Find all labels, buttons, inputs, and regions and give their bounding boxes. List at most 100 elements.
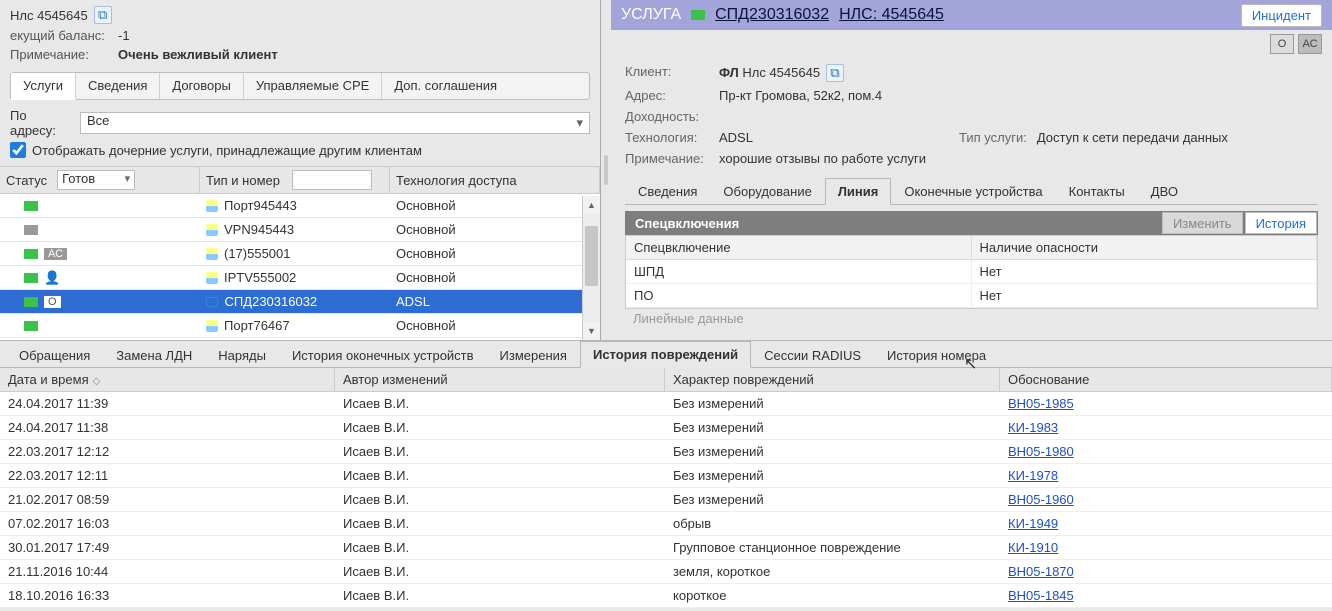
reason-link[interactable]: ВН05-1980 xyxy=(1008,444,1074,459)
btab-orders[interactable]: Наряды xyxy=(205,342,279,368)
cell-datetime: 24.04.2017 11:38 xyxy=(0,416,335,439)
tab-info[interactable]: Сведения xyxy=(76,73,160,99)
rtab-line[interactable]: Линия xyxy=(825,178,892,205)
copy-client-icon[interactable]: ⧉ xyxy=(826,64,844,82)
bhdr-author[interactable]: Автор изменений xyxy=(335,368,665,391)
copy-icon[interactable]: ⧉ xyxy=(94,6,112,24)
cell-author: Исаев В.И. xyxy=(335,416,665,439)
nls-link[interactable]: НЛС: 4545645 xyxy=(839,6,944,24)
node-icon xyxy=(206,200,218,212)
reason-link[interactable]: КИ-1949 xyxy=(1008,516,1058,531)
damage-row[interactable]: 22.03.2017 12:12Исаев В.И.Без измеренийВ… xyxy=(0,440,1332,464)
left-scrollbar[interactable]: ▲ ▼ xyxy=(582,196,600,340)
btab-number-hist[interactable]: История номера xyxy=(874,342,999,368)
cell-datetime: 18.10.2016 16:33 xyxy=(0,584,335,607)
status-square-icon xyxy=(24,297,38,307)
show-children-input[interactable] xyxy=(10,142,26,158)
reason-link[interactable]: КИ-1983 xyxy=(1008,420,1058,435)
damage-row[interactable]: 21.11.2016 10:44Исаев В.И.земля, коротко… xyxy=(0,560,1332,584)
rtab-equipment[interactable]: Оборудование xyxy=(710,178,824,205)
cell-character: земля, короткое xyxy=(665,560,1000,583)
reason-link[interactable]: ВН05-1960 xyxy=(1008,492,1074,507)
spec-history-button[interactable]: История xyxy=(1245,212,1317,234)
show-children-checkbox[interactable]: Отображать дочерние услуги, принадлежащи… xyxy=(10,142,590,158)
splitter-handle[interactable] xyxy=(601,0,611,340)
address-select[interactable]: Все xyxy=(80,112,590,134)
reason-link[interactable]: ВН05-1845 xyxy=(1008,588,1074,603)
damage-row[interactable]: 24.04.2017 11:38Исаев В.И.Без измеренийК… xyxy=(0,416,1332,440)
reason-link[interactable]: ВН05-1870 xyxy=(1008,564,1074,579)
tab-contracts[interactable]: Договоры xyxy=(160,73,243,99)
service-row[interactable]: VPN945443Основной xyxy=(0,218,600,242)
damage-row[interactable]: 21.02.2017 08:59Исаев В.И.Без измеренийВ… xyxy=(0,488,1332,512)
reason-link[interactable]: КИ-1978 xyxy=(1008,468,1058,483)
service-grid[interactable]: Порт945443ОсновнойVPN945443ОсновнойАС(17… xyxy=(0,194,600,340)
bhdr-character[interactable]: Характер повреждений xyxy=(665,368,1000,391)
service-link[interactable]: СПД230316032 xyxy=(715,6,829,24)
tab-services[interactable]: Услуги xyxy=(11,73,76,100)
service-row[interactable]: О🖵СПД230316032ADSL xyxy=(0,290,600,314)
cell-author: Исаев В.И. xyxy=(335,392,665,415)
status-square-icon xyxy=(24,273,38,283)
btab-requests[interactable]: Обращения xyxy=(6,342,103,368)
service-row[interactable]: 👤IPTV555002Основной xyxy=(0,266,600,290)
rtab-endpoints[interactable]: Оконечные устройства xyxy=(891,178,1055,205)
reason-link[interactable]: КИ-1910 xyxy=(1008,540,1058,555)
cell-datetime: 30.01.2017 17:49 xyxy=(0,536,335,559)
cell-datetime: 07.02.2017 16:03 xyxy=(0,512,335,535)
tab-cpe[interactable]: Управляемые CPE xyxy=(244,73,383,99)
damage-row[interactable]: 22.03.2017 12:11Исаев В.И.Без измеренийК… xyxy=(0,464,1332,488)
cell-author: Исаев В.И. xyxy=(335,560,665,583)
scroll-thumb[interactable] xyxy=(585,226,598,286)
spec-row: ПОНет xyxy=(626,284,1317,308)
type-filter-input[interactable] xyxy=(292,170,372,190)
rtab-contacts[interactable]: Контакты xyxy=(1056,178,1138,205)
service-name: СПД230316032 xyxy=(225,294,318,309)
scroll-up-icon[interactable]: ▲ xyxy=(583,196,600,214)
service-row[interactable]: АС(17)555001Основной xyxy=(0,242,600,266)
badge-o[interactable]: О xyxy=(1270,34,1294,54)
badge-ac[interactable]: АС xyxy=(1298,34,1322,54)
scroll-down-icon[interactable]: ▼ xyxy=(583,322,600,340)
cell-reason: ВН05-1985 xyxy=(1000,392,1332,415)
cell-character: короткое xyxy=(665,584,1000,607)
service-name: (17)555001 xyxy=(224,246,291,261)
service-tech: Основной xyxy=(390,270,600,285)
cell-reason: ВН05-1960 xyxy=(1000,488,1332,511)
service-row[interactable]: Порт945443Основной xyxy=(0,194,600,218)
damage-row[interactable]: 30.01.2017 17:49Исаев В.И.Групповое стан… xyxy=(0,536,1332,560)
monitor-icon: 🖵 xyxy=(206,294,219,310)
cell-reason: КИ-1949 xyxy=(1000,512,1332,535)
status-square-icon xyxy=(24,225,38,235)
bottom-tabs: Обращения Замена ЛДН Наряды История окон… xyxy=(0,340,1332,368)
bhdr-reason[interactable]: Обоснование xyxy=(1000,368,1332,391)
tab-add-agreements[interactable]: Доп. соглашения xyxy=(382,73,509,99)
btab-ldn[interactable]: Замена ЛДН xyxy=(103,342,205,368)
bhdr-datetime[interactable]: Дата и время◇ xyxy=(0,368,335,391)
btab-damage-hist[interactable]: История повреждений xyxy=(580,341,751,368)
damage-row[interactable]: 07.02.2017 16:03Исаев В.И.обрывКИ-1949 xyxy=(0,512,1332,536)
service-title-bar: УСЛУГА СПД230316032 НЛС: 4545645 Инциден… xyxy=(611,0,1332,30)
cell-character: Групповое станционное повреждение xyxy=(665,536,1000,559)
btab-measurements[interactable]: Измерения xyxy=(487,342,580,368)
reason-link[interactable]: ВН05-1985 xyxy=(1008,396,1074,411)
spec-edit-button[interactable]: Изменить xyxy=(1162,212,1243,234)
spec-hd-2: Наличие опасности xyxy=(972,236,1318,259)
damage-row[interactable]: 18.10.2016 16:33Исаев В.И.короткоеВН05-1… xyxy=(0,584,1332,608)
service-row[interactable]: Порт76467Основной xyxy=(0,314,600,338)
status-select[interactable]: Готов xyxy=(57,170,135,190)
btab-radius[interactable]: Сессии RADIUS xyxy=(751,342,874,368)
incident-button[interactable]: Инцидент xyxy=(1241,4,1322,27)
address-label: Адрес: xyxy=(625,88,719,103)
cell-reason: КИ-1983 xyxy=(1000,416,1332,439)
damage-row[interactable]: 24.04.2017 11:39Исаев В.И.Без измеренийВ… xyxy=(0,392,1332,416)
rtab-dvo[interactable]: ДВО xyxy=(1138,178,1191,205)
cell-reason: ВН05-1980 xyxy=(1000,440,1332,463)
cell-author: Исаев В.И. xyxy=(335,464,665,487)
service-tech: ADSL xyxy=(390,294,600,309)
cell-character: Без измерений xyxy=(665,440,1000,463)
right-tabs: Сведения Оборудование Линия Оконечные ус… xyxy=(625,178,1318,205)
rtab-info[interactable]: Сведения xyxy=(625,178,710,205)
btab-endpoints-hist[interactable]: История оконечных устройств xyxy=(279,342,487,368)
by-address-label-2: адресу: xyxy=(10,123,70,138)
